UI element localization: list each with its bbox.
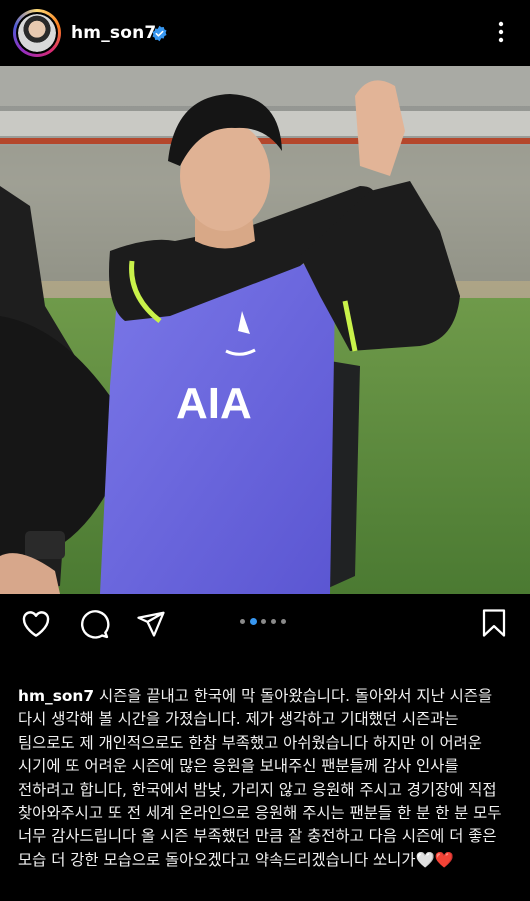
carousel-dot [261, 619, 266, 624]
caption-text: 시즌을 끝내고 한국에 막 돌아왔습니다. 돌아와서 지난 시즌을 다시 생각해… [18, 687, 502, 869]
carousel-dot [240, 619, 245, 624]
caption-username[interactable]: hm_son7 [18, 687, 94, 705]
more-options-icon[interactable] [492, 19, 510, 45]
post-header: hm_son7 [0, 0, 530, 66]
post-photo[interactable]: AIA [0, 66, 530, 594]
send-icon[interactable] [136, 609, 166, 639]
bookmark-icon[interactable] [481, 608, 507, 638]
carousel-dot [281, 619, 286, 624]
heart-icon[interactable] [20, 608, 52, 638]
verified-badge-icon [152, 25, 167, 42]
post-caption: hm_son7 시즌을 끝내고 한국에 막 돌아왔습니다. 돌아와서 지난 시즌… [18, 685, 518, 872]
avatar[interactable] [13, 9, 61, 57]
comment-icon[interactable] [78, 608, 110, 640]
shirt-sponsor-text: AIA [176, 379, 252, 428]
carousel-dot [271, 619, 276, 624]
username-link[interactable]: hm_son7 [71, 23, 156, 43]
carousel-indicator [240, 618, 300, 629]
carousel-dot-active [250, 618, 257, 625]
avatar-image [18, 14, 56, 52]
